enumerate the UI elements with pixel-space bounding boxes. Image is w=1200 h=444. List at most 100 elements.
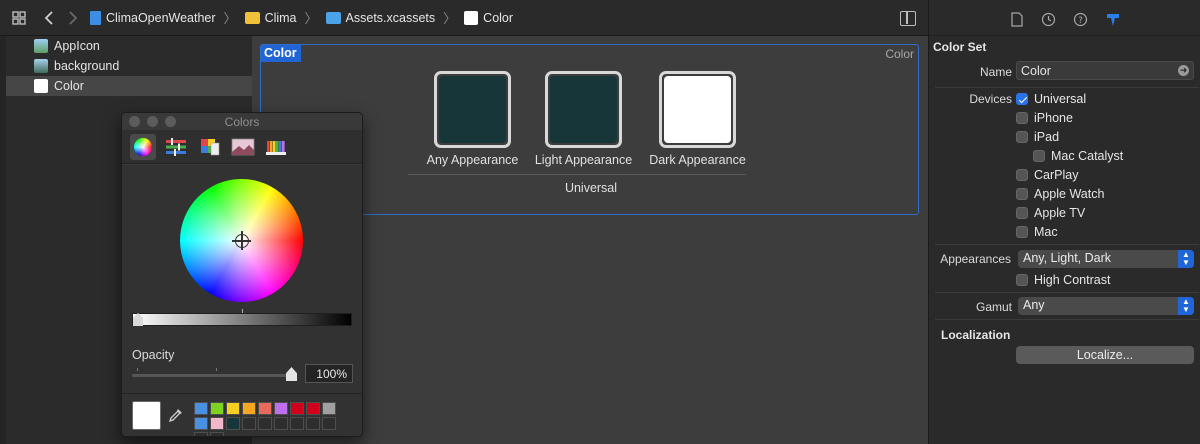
palette-swatch[interactable] <box>226 417 240 430</box>
color-well[interactable] <box>659 71 736 148</box>
attributes-inspector-icon[interactable] <box>1105 12 1119 26</box>
color-set-section-title: Color Set <box>933 40 987 54</box>
palette-swatch[interactable] <box>242 402 256 415</box>
palette-swatch[interactable] <box>290 417 304 430</box>
device-checkbox-carplay[interactable]: CarPlay <box>1016 168 1078 182</box>
forward-chevron-icon[interactable] <box>62 7 84 29</box>
eyedropper-icon[interactable] <box>168 407 184 423</box>
checkbox[interactable] <box>1016 274 1028 286</box>
slider-tick <box>242 309 243 313</box>
palette-swatch[interactable] <box>306 417 320 430</box>
device-checkbox-iphone[interactable]: iPhone <box>1016 111 1073 125</box>
colors-panel-titlebar[interactable]: Colors <box>122 113 362 130</box>
brightness-slider[interactable] <box>132 309 352 326</box>
device-checkbox-mac[interactable]: Mac <box>1016 225 1058 239</box>
name-field[interactable]: Color ➜ <box>1016 61 1194 80</box>
palette-swatch[interactable] <box>258 402 272 415</box>
color-well[interactable] <box>434 71 511 148</box>
checkbox[interactable] <box>1016 169 1028 181</box>
color-wheel-mode-icon[interactable] <box>130 134 156 160</box>
opacity-slider-knob[interactable] <box>286 367 297 381</box>
opacity-slider[interactable] <box>132 367 297 381</box>
palette-swatch[interactable] <box>210 417 224 430</box>
device-checkbox-universal[interactable]: Universal <box>1016 92 1086 106</box>
palette-swatch[interactable] <box>194 402 208 415</box>
color-sliders-mode-icon[interactable] <box>163 134 189 160</box>
divider <box>935 319 1199 320</box>
color-palettes-mode-icon[interactable] <box>197 134 223 160</box>
chevron-right-icon: 〉 <box>223 11 237 26</box>
gamut-popup[interactable]: Any ▲ ▼ <box>1018 297 1194 315</box>
high-contrast-checkbox[interactable]: High Contrast <box>1016 273 1110 287</box>
device-checkbox-ipad[interactable]: iPad <box>1016 130 1059 144</box>
palette-swatch[interactable] <box>290 402 304 415</box>
divider <box>935 292 1199 293</box>
color-well-fill <box>550 76 617 143</box>
history-inspector-icon[interactable] <box>1041 12 1056 27</box>
color-set-type-label: Color <box>885 47 914 61</box>
breadcrumb-item-color[interactable]: Color <box>464 10 513 25</box>
pencils-mode-icon[interactable] <box>264 134 290 160</box>
go-arrow-icon[interactable]: ➜ <box>1178 65 1189 76</box>
devices-label: Devices <box>969 92 1012 106</box>
palette-swatch[interactable] <box>258 417 272 430</box>
palette-swatch[interactable] <box>226 402 240 415</box>
add-editor-split-icon[interactable] <box>900 11 916 26</box>
checkbox[interactable] <box>1016 207 1028 219</box>
opacity-field[interactable]: 100% <box>305 364 353 383</box>
asset-item-color[interactable]: Color <box>0 76 252 96</box>
palette-swatch[interactable] <box>322 417 336 430</box>
breadcrumb-item-folder[interactable]: Clima <box>244 10 297 25</box>
palette-swatch[interactable] <box>242 417 256 430</box>
color-well[interactable] <box>545 71 622 148</box>
breadcrumb-item-project[interactable]: ClimaOpenWeather <box>90 10 216 25</box>
palette-swatch[interactable] <box>274 417 288 430</box>
breadcrumb-item-catalog[interactable]: Assets.xcassets <box>325 11 435 25</box>
checkbox[interactable] <box>1016 131 1028 143</box>
color-slot-any[interactable]: Any Appearance <box>427 71 518 167</box>
related-items-grid-icon[interactable] <box>8 7 30 29</box>
appearances-popup[interactable]: Any, Light, Dark ▲ ▼ <box>1018 250 1194 268</box>
current-color-swatch[interactable] <box>132 401 161 430</box>
group-divider <box>408 174 746 175</box>
color-slot-light[interactable]: Light Appearance <box>535 71 632 167</box>
asset-item-background[interactable]: background <box>0 56 252 76</box>
palette-swatch[interactable] <box>194 432 208 436</box>
palette-swatch[interactable] <box>194 417 208 430</box>
quick-help-icon[interactable]: ? <box>1073 12 1088 27</box>
device-checkbox-mac-catalyst[interactable]: Mac Catalyst <box>1033 149 1123 163</box>
asset-item-appicon[interactable]: AppIcon <box>0 36 252 56</box>
color-wheel-crosshair-icon[interactable] <box>232 231 251 250</box>
slot-label: Any Appearance <box>426 153 519 167</box>
checkbox[interactable] <box>1033 150 1045 162</box>
checkbox[interactable] <box>1016 188 1028 200</box>
brightness-slider-knob[interactable] <box>133 313 143 326</box>
folder-icon <box>244 11 260 24</box>
image-palettes-mode-icon[interactable] <box>230 134 256 160</box>
checkbox-label: Apple Watch <box>1034 187 1105 201</box>
chevron-right-icon: 〉 <box>443 11 457 26</box>
divider <box>935 87 1199 88</box>
checkbox[interactable] <box>1016 226 1028 238</box>
palette-swatch[interactable] <box>210 402 224 415</box>
swift-file-icon <box>90 10 101 25</box>
device-checkbox-apple-tv[interactable]: Apple TV <box>1016 206 1085 220</box>
palette-swatch[interactable] <box>306 402 320 415</box>
checkbox[interactable] <box>1016 93 1028 105</box>
colors-panel[interactable]: Colors Opacity 100% <box>121 112 363 437</box>
checkbox-label: Apple TV <box>1034 206 1086 220</box>
file-inspector-icon[interactable] <box>1011 12 1025 27</box>
asset-label: Color <box>54 79 84 93</box>
device-checkbox-apple-watch[interactable]: Apple Watch <box>1016 187 1104 201</box>
breadcrumb-label: Clima <box>264 10 297 25</box>
localize-button[interactable]: Localize... <box>1016 346 1194 364</box>
color-slot-dark[interactable]: Dark Appearance <box>649 71 746 167</box>
checkbox[interactable] <box>1016 112 1028 124</box>
back-chevron-icon[interactable] <box>38 7 60 29</box>
name-field-value: Color <box>1021 64 1051 78</box>
checkbox-label: High Contrast <box>1034 273 1111 287</box>
palette-swatch[interactable] <box>322 402 336 415</box>
palette-swatch[interactable] <box>210 432 224 436</box>
color-set-name-tag[interactable]: Color <box>261 45 301 62</box>
palette-swatch[interactable] <box>274 402 288 415</box>
